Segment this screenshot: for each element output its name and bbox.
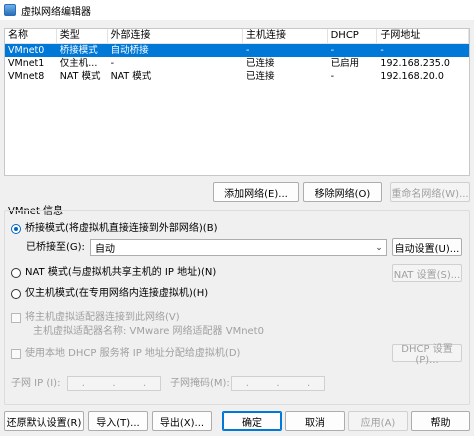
network-app-icon	[4, 4, 16, 16]
table-cell: 仅主机...	[59, 58, 98, 69]
table-cell: NAT 模式	[110, 71, 152, 82]
table-cell: -	[330, 45, 335, 56]
apply-button[interactable]: 应用(A)	[348, 411, 408, 431]
ip-separator: .	[143, 378, 147, 389]
nat-mode-radio[interactable]	[11, 268, 21, 278]
ip-separator: .	[112, 378, 116, 389]
table-cell: 192.168.20.0	[380, 71, 444, 82]
table-cell: -	[330, 71, 335, 82]
table-row-vmnet1[interactable]: VMnet1 仅主机... - 已连接 已启用 192.168.235.0	[5, 57, 469, 70]
ip-separator: .	[307, 378, 311, 389]
table-cell: 自动桥接	[110, 45, 149, 56]
host-only-label[interactable]: 仅主机模式(在专用网络内连接虚拟机)(H)	[25, 287, 208, 301]
table-cell: -	[245, 45, 250, 56]
add-network-button[interactable]: 添加网络(E)...	[213, 182, 299, 202]
nat-settings-button[interactable]: NAT 设置(S)...	[392, 264, 462, 282]
table-cell: -	[380, 45, 384, 56]
connect-adapter-checkbox[interactable]	[11, 313, 21, 323]
table-row-vmnet8[interactable]: VMnet8 NAT 模式 NAT 模式 已连接 - 192.168.20.0	[5, 70, 469, 83]
ip-separator: .	[276, 378, 280, 389]
table-cell: 192.168.235.0	[380, 58, 450, 69]
chevron-down-icon: ⌄	[375, 242, 383, 253]
dhcp-settings-button[interactable]: DHCP 设置(P)...	[392, 344, 462, 366]
subnet-ip-field[interactable]: . . .	[67, 376, 161, 391]
remove-network-button[interactable]: 移除网络(O)	[303, 182, 382, 202]
import-button[interactable]: 导入(T)...	[88, 411, 148, 431]
table-cell: 已启用	[330, 58, 360, 69]
table-cell: 已连接	[245, 58, 275, 69]
restore-defaults-button[interactable]: 还原默认设置(R)	[4, 411, 84, 431]
connect-adapter-label[interactable]: 将主机虚拟适配器连接到此网络(V)	[25, 311, 180, 325]
table-cell: 桥接模式	[59, 45, 98, 56]
host-only-radio[interactable]	[11, 289, 21, 299]
table-cell: VMnet8	[8, 71, 45, 82]
table-cell: VMnet1	[8, 58, 45, 69]
bridged-to-value: 自动	[95, 244, 115, 255]
table-row-vmnet0[interactable]: VMnet0 桥接模式 自动桥接 - - -	[5, 44, 469, 57]
export-button[interactable]: 导出(X)...	[152, 411, 212, 431]
help-button[interactable]: 帮助	[411, 411, 470, 431]
table-cell: -	[110, 58, 114, 69]
rename-network-button[interactable]: 重命名网络(W)...	[390, 182, 470, 202]
column-header-host[interactable]: 主机连接	[243, 29, 328, 43]
dhcp-label[interactable]: 使用本地 DHCP 服务将 IP 地址分配给虚拟机(D)	[25, 347, 240, 361]
table-cell: 已连接	[245, 71, 275, 82]
auto-settings-button[interactable]: 自动设置(U)...	[392, 238, 462, 256]
dhcp-checkbox[interactable]	[11, 349, 21, 359]
subnet-ip-label: 子网 IP (I):	[11, 378, 61, 389]
bridged-to-select[interactable]: 自动 ⌄	[90, 239, 387, 256]
title-bar: 虚拟网络编辑器	[0, 0, 474, 20]
nat-mode-label[interactable]: NAT 模式(与虚拟机共享主机的 IP 地址)(N)	[25, 266, 216, 280]
window-title: 虚拟网络编辑器	[21, 6, 91, 18]
column-header-dhcp[interactable]: DHCP	[328, 29, 378, 43]
subnet-mask-field[interactable]: . . .	[231, 376, 325, 391]
ip-separator: .	[245, 378, 249, 389]
ok-button[interactable]: 确定	[222, 411, 282, 431]
bridge-mode-label[interactable]: 桥接模式(将虚拟机直接连接到外部网络)(B)	[25, 222, 217, 236]
column-header-subnet[interactable]: 子网地址	[377, 29, 470, 43]
table-cell: NAT 模式	[59, 71, 101, 82]
bridged-to-label: 已桥接至(G):	[26, 242, 85, 253]
vmnet-table[interactable]: 名称 类型 外部连接 主机连接 DHCP 子网地址 VMnet0 桥接模式 自动…	[4, 28, 470, 176]
ip-separator: .	[81, 378, 85, 389]
vmnet-info-group: 桥接模式(将虚拟机直接连接到外部网络)(B) 已桥接至(G): 自动 ⌄ 自动设…	[4, 210, 470, 405]
bridge-mode-radio[interactable]	[11, 224, 21, 234]
table-header: 名称 类型 外部连接 主机连接 DHCP 子网地址	[5, 29, 470, 44]
column-header-name[interactable]: 名称	[5, 29, 57, 43]
column-header-external[interactable]: 外部连接	[108, 29, 243, 43]
table-cell: VMnet0	[8, 45, 45, 56]
subnet-mask-label: 子网掩码(M):	[170, 378, 230, 389]
adapter-name-text: 主机虚拟适配器名称: VMware 网络适配器 VMnet0	[33, 326, 264, 337]
column-header-type[interactable]: 类型	[57, 29, 108, 43]
cancel-button[interactable]: 取消	[285, 411, 345, 431]
